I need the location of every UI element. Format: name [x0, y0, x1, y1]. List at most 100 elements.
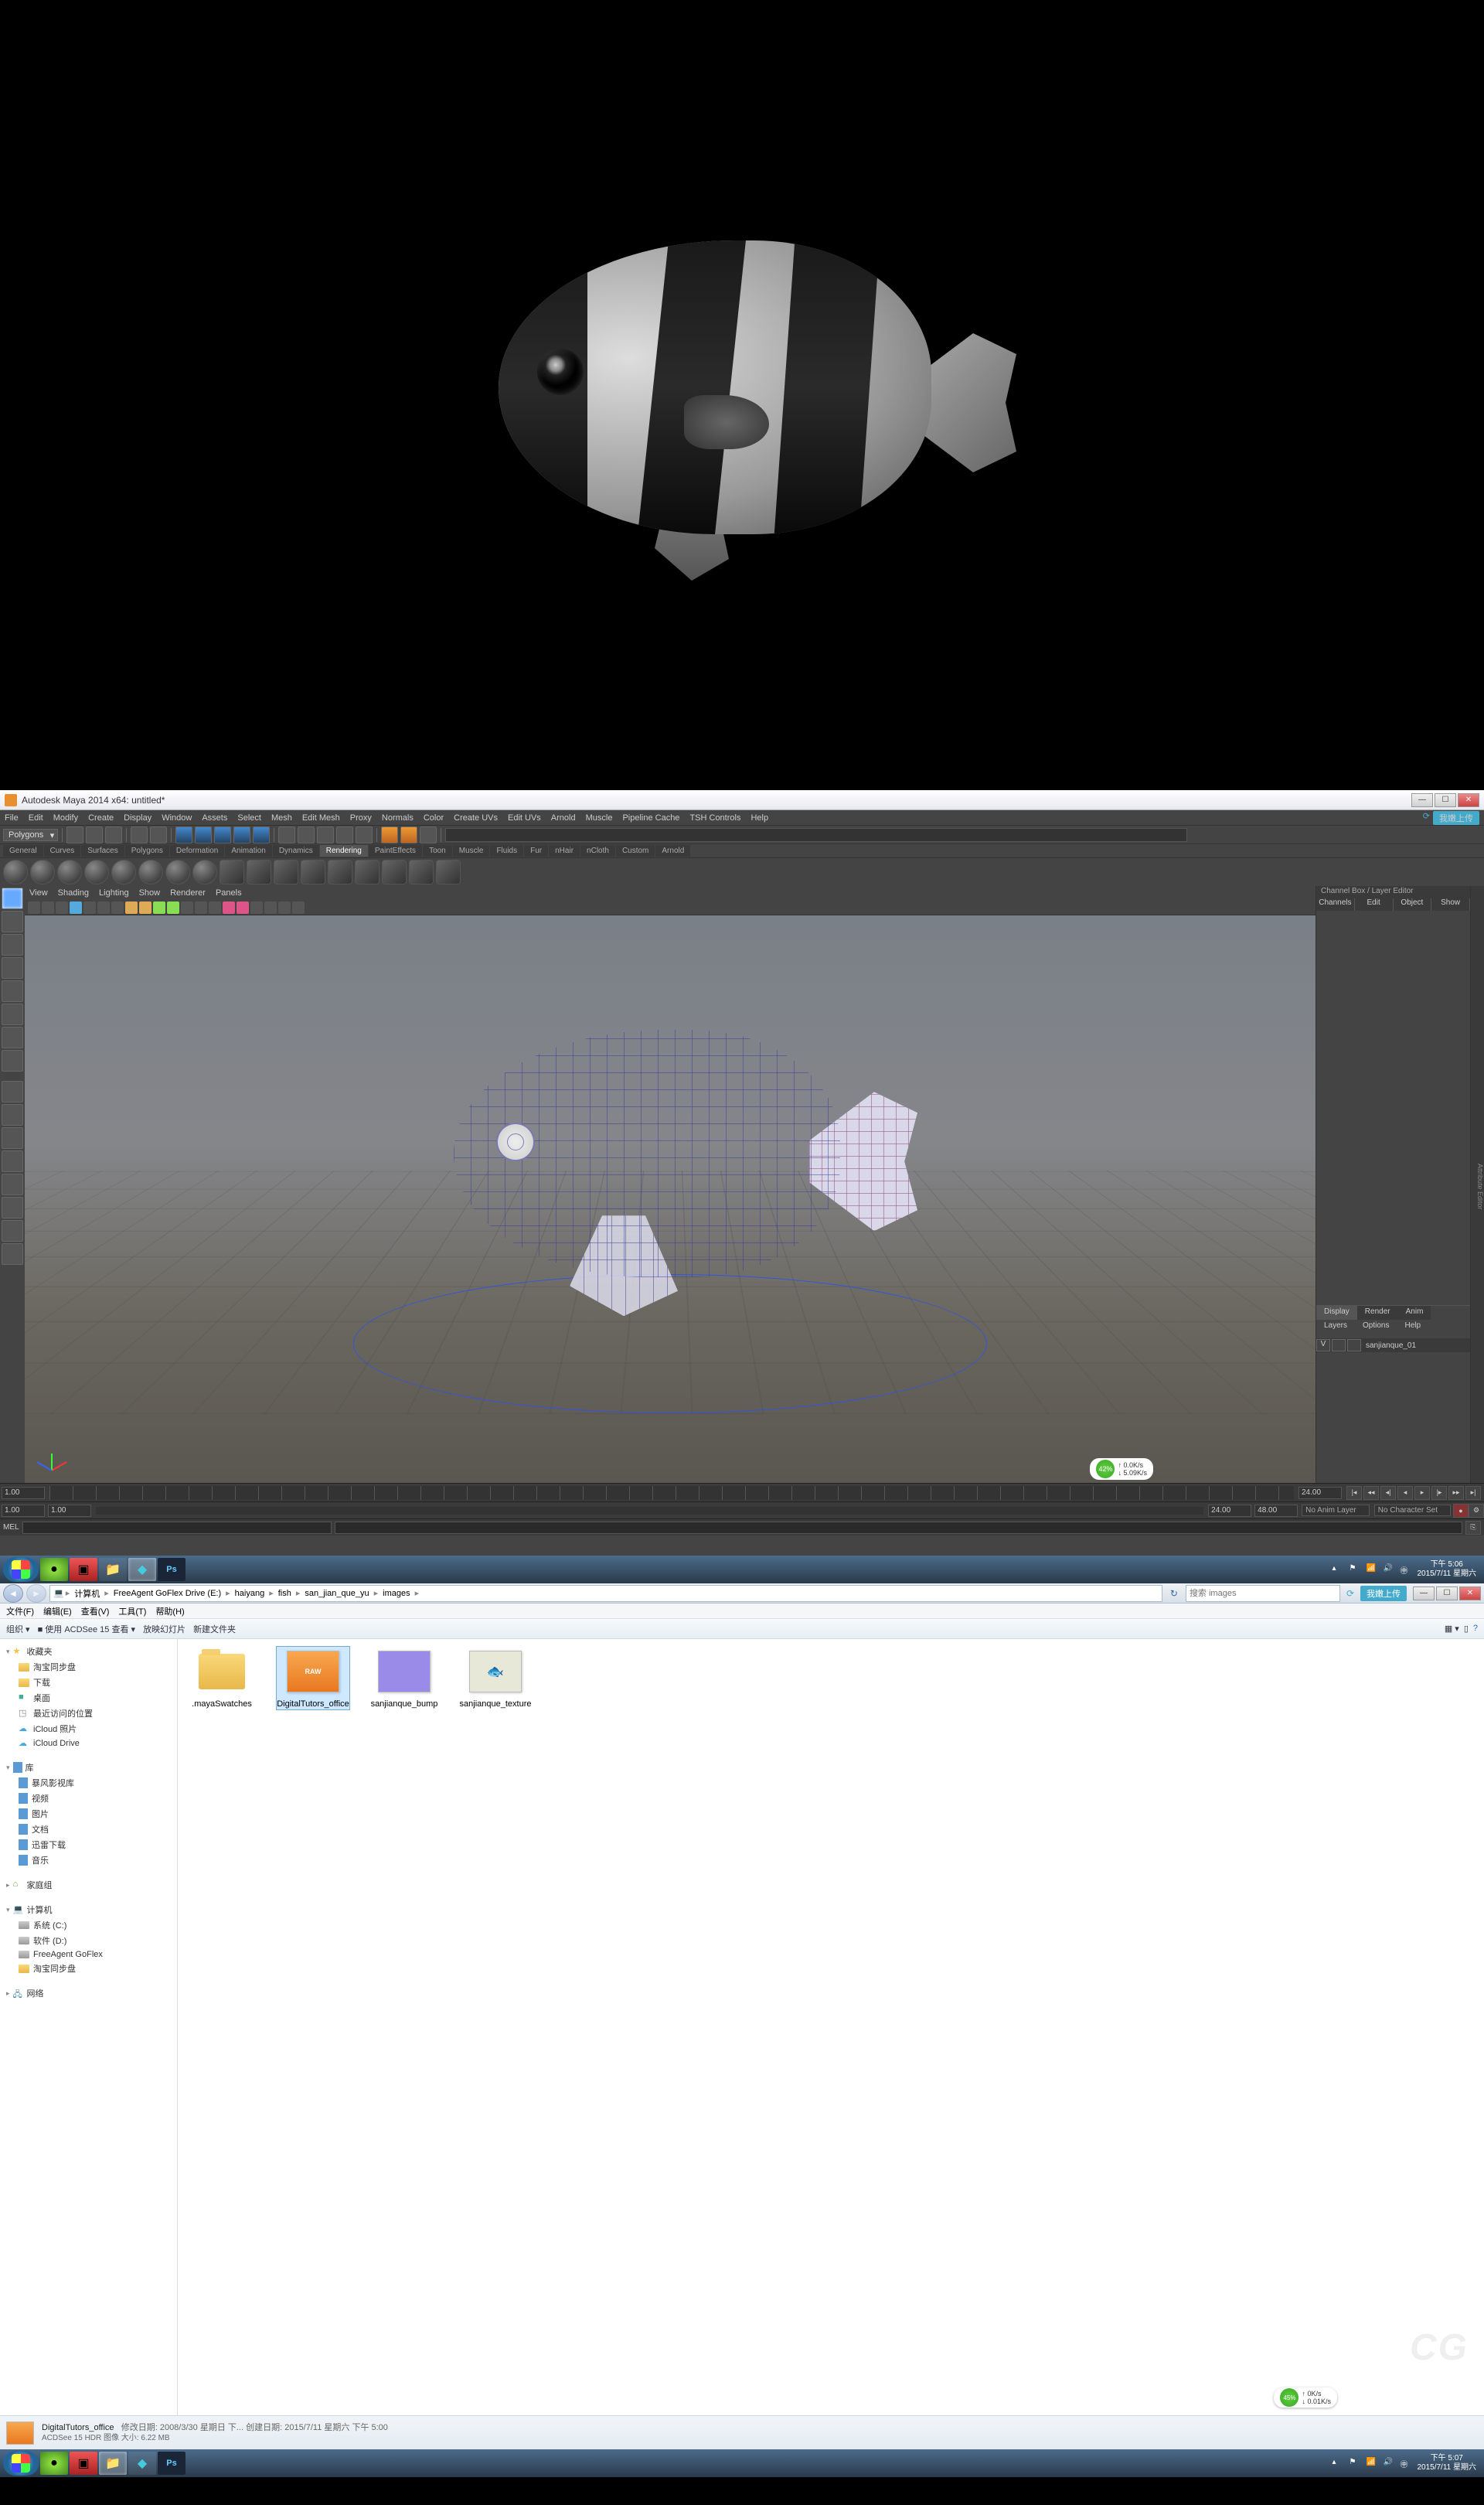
- panel-menu-show[interactable]: Show: [139, 888, 161, 898]
- shelf-tab-toon[interactable]: Toon: [423, 845, 452, 857]
- resolution-gate-icon[interactable]: [97, 901, 110, 914]
- tray-clock[interactable]: 下午 5:06 2015/7/11 星期六: [1417, 1560, 1476, 1579]
- shelf-tab-general[interactable]: General: [3, 845, 43, 857]
- layout-script-icon[interactable]: [2, 1243, 23, 1265]
- explorer-titlebar[interactable]: ◄ ► 💻 ▸ 计算机 ▸ FreeAgent GoFlex Drive (E:…: [0, 1583, 1484, 1604]
- shader-usebackground-icon[interactable]: [192, 860, 217, 884]
- preview-pane-icon[interactable]: ▯: [1464, 1624, 1469, 1634]
- taskbar-app-icon[interactable]: ▣: [70, 1558, 97, 1581]
- cb-tab-object[interactable]: Object: [1394, 898, 1432, 911]
- layer-name[interactable]: sanjianque_01: [1363, 1341, 1416, 1350]
- network-speed-widget[interactable]: 45% ↑ 0K/s ↓ 0.01K/s: [1274, 2387, 1337, 2408]
- nav-item[interactable]: ◳最近访问的位置: [3, 1706, 174, 1721]
- menu-tools[interactable]: 工具(T): [118, 1605, 146, 1617]
- tray-ime-icon[interactable]: ㊥: [1400, 2458, 1411, 2469]
- fish-wireframe-model[interactable]: [407, 983, 933, 1324]
- panel-menu-panels[interactable]: Panels: [216, 888, 242, 898]
- next-key-icon[interactable]: |▸: [1431, 1486, 1447, 1500]
- shader-phong-icon[interactable]: [57, 860, 82, 884]
- nav-computer[interactable]: 💻计算机: [3, 1902, 174, 1917]
- layer-type-toggle[interactable]: [1332, 1339, 1346, 1351]
- manipulator-tool-icon[interactable]: [2, 1027, 23, 1048]
- viewport-cap-icon[interactable]: [237, 901, 249, 914]
- file-item-image[interactable]: 🐟 sanjianque_texture: [459, 1647, 532, 1709]
- layer-menu-layers[interactable]: Layers: [1316, 1320, 1355, 1334]
- cb-tab-show[interactable]: Show: [1431, 898, 1470, 911]
- help-icon[interactable]: ?: [1473, 1624, 1478, 1634]
- go-start-icon[interactable]: |◂: [1346, 1486, 1362, 1500]
- camera-select-icon[interactable]: [28, 901, 40, 914]
- menu-proxy[interactable]: Proxy: [350, 813, 372, 823]
- tray-ime-icon[interactable]: ㊥: [1400, 1564, 1411, 1575]
- lights-icon[interactable]: [167, 901, 179, 914]
- image-plane-icon[interactable]: [56, 901, 68, 914]
- breadcrumb-seg[interactable]: FreeAgent GoFlex Drive (E:): [111, 1589, 224, 1598]
- ao-icon[interactable]: [278, 901, 291, 914]
- taskbar-app-icon[interactable]: ▣: [70, 2452, 97, 2475]
- menu-file[interactable]: 文件(F): [6, 1605, 34, 1617]
- layout-dope-icon[interactable]: [2, 1220, 23, 1242]
- sync-icon[interactable]: ⟳: [1343, 1588, 1357, 1599]
- render-current-icon[interactable]: [328, 860, 352, 884]
- snap-live-icon[interactable]: [356, 826, 373, 844]
- shelf-tab-curves[interactable]: Curves: [44, 845, 81, 857]
- network-speed-widget[interactable]: 42% ↑ 0.0K/s ↓ 5.09K/s: [1090, 1458, 1153, 1480]
- gate-mask-icon[interactable]: [111, 901, 124, 914]
- shelf-tab-custom[interactable]: Custom: [616, 845, 655, 857]
- menu-edit[interactable]: Edit: [29, 813, 43, 823]
- step-back-icon[interactable]: ◂◂: [1363, 1486, 1379, 1500]
- taskbar-maya-icon[interactable]: ◆: [128, 1558, 156, 1581]
- shelf-tab-fluids[interactable]: Fluids: [490, 845, 523, 857]
- shelf-tab-deformation[interactable]: Deformation: [170, 845, 224, 857]
- maximize-button[interactable]: ☐: [1435, 793, 1456, 807]
- menu-assets[interactable]: Assets: [202, 813, 227, 823]
- bookmark-icon[interactable]: [42, 901, 54, 914]
- layer-color[interactable]: [1347, 1339, 1361, 1351]
- shelf-tab-nhair[interactable]: nHair: [549, 845, 580, 857]
- shelf-tab-rendering[interactable]: Rendering: [320, 845, 368, 857]
- layer-row[interactable]: V sanjianque_01: [1316, 1338, 1470, 1352]
- select-edge-icon[interactable]: [195, 826, 212, 844]
- layout-graph-icon[interactable]: [2, 1197, 23, 1218]
- ipr-icon[interactable]: [355, 860, 380, 884]
- step-fwd-icon[interactable]: ▸▸: [1448, 1486, 1464, 1500]
- play-back-icon[interactable]: ◂: [1397, 1486, 1413, 1500]
- nav-libraries[interactable]: 库: [3, 1760, 174, 1775]
- shelf-tab-polygons[interactable]: Polygons: [125, 845, 169, 857]
- menu-create[interactable]: Create: [88, 813, 114, 823]
- taskbar-app-icon[interactable]: ●: [40, 1558, 68, 1581]
- toolbar-open-with[interactable]: ■ 使用 ACDSee 15 查看 ▾: [38, 1623, 135, 1635]
- layer-tab-display[interactable]: Display: [1316, 1306, 1357, 1320]
- light-area-icon[interactable]: [274, 860, 298, 884]
- paint-select-tool-icon[interactable]: [2, 934, 23, 956]
- menu-tshcontrols[interactable]: TSH Controls: [689, 813, 740, 823]
- panel-menu-view[interactable]: View: [29, 888, 48, 898]
- file-item-hdr[interactable]: RAW DigitalTutors_office: [277, 1647, 349, 1709]
- rotate-tool-icon[interactable]: [2, 980, 23, 1002]
- nav-item[interactable]: 暴风影视库: [3, 1775, 174, 1791]
- breadcrumb-seg[interactable]: fish: [275, 1589, 294, 1598]
- shelf-tab-ncloth[interactable]: nCloth: [580, 845, 615, 857]
- multisample-icon[interactable]: [292, 901, 305, 914]
- menu-help[interactable]: Help: [751, 813, 768, 823]
- shelf-tab-arnold[interactable]: Arnold: [655, 845, 690, 857]
- minimize-button[interactable]: —: [1411, 793, 1433, 807]
- file-pane[interactable]: .mayaSwatches RAW DigitalTutors_office s…: [178, 1639, 1484, 2415]
- breadcrumb-seg[interactable]: images: [380, 1589, 413, 1598]
- grid-toggle-icon[interactable]: [70, 901, 82, 914]
- tray-expand-icon[interactable]: ▴: [1332, 1564, 1343, 1575]
- render-globals-icon[interactable]: [382, 860, 407, 884]
- close-button[interactable]: ✕: [1458, 793, 1479, 807]
- character-set-dropdown[interactable]: No Character Set: [1374, 1505, 1451, 1516]
- new-scene-icon[interactable]: [66, 826, 83, 844]
- prefs-icon[interactable]: ⚙: [1469, 1504, 1484, 1518]
- menuset-dropdown[interactable]: Polygons: [3, 829, 58, 841]
- windows-taskbar[interactable]: ● ▣ 📁 ◆ Ps ▴ ⚑ 📶 🔊 ㊥ 下午 5:06 2015/7/11 星…: [0, 1556, 1484, 1583]
- shader-lambert-icon[interactable]: [3, 860, 28, 884]
- nav-item[interactable]: FreeAgent GoFlex: [3, 1948, 174, 1961]
- tray-clock[interactable]: 下午 5:07 2015/7/11 星期六: [1417, 2454, 1476, 2473]
- upload-button[interactable]: 我嫩上传: [1360, 1586, 1407, 1601]
- menu-edituvs[interactable]: Edit UVs: [508, 813, 541, 823]
- textured-icon[interactable]: [153, 901, 165, 914]
- nav-item[interactable]: 淘宝同步盘: [3, 1961, 174, 1976]
